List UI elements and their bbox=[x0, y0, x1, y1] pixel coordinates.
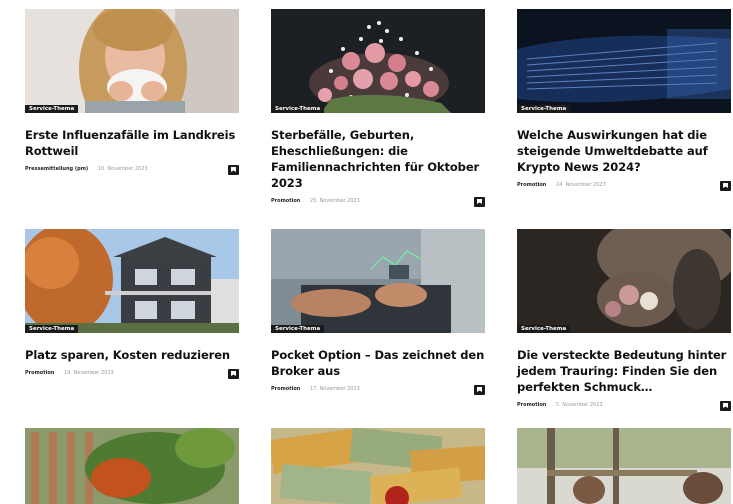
article-card[interactable] bbox=[517, 428, 731, 504]
article-meta: Promotion 24. November 2023 bbox=[517, 178, 731, 192]
article-thumbnail[interactable] bbox=[517, 428, 731, 504]
article-author[interactable]: Promotion bbox=[271, 386, 300, 392]
article-card[interactable] bbox=[25, 428, 239, 504]
article-date: 17. November 2023 bbox=[309, 386, 360, 392]
trading-laptop-image bbox=[271, 229, 485, 333]
article-author[interactable]: Promotion bbox=[517, 402, 546, 408]
bookmark-icon[interactable] bbox=[228, 165, 239, 175]
article-thumbnail[interactable]: Service-Thema bbox=[25, 9, 239, 113]
garden-fence-image bbox=[25, 428, 239, 504]
article-date: 25. November 2023 bbox=[309, 198, 360, 204]
category-badge[interactable]: Service-Thema bbox=[271, 325, 325, 333]
woman-sneezing-image bbox=[25, 9, 239, 113]
article-thumbnail[interactable]: Service-Thema bbox=[517, 9, 731, 113]
bookmark-icon[interactable] bbox=[228, 369, 239, 379]
article-title[interactable]: Erste Influenzafälle im Landkreis Rottwe… bbox=[25, 127, 239, 159]
bookmark-icon[interactable] bbox=[474, 385, 485, 395]
article-card[interactable]: Service-Thema Welche Auswirkungen hat di… bbox=[517, 9, 731, 192]
article-card[interactable]: Service-Thema Erste Influenzafälle im La… bbox=[25, 9, 239, 176]
article-title[interactable]: Die versteckte Bedeutung hinter jedem Tr… bbox=[517, 347, 731, 395]
digital-data-image bbox=[517, 9, 731, 113]
article-date: 24. November 2023 bbox=[555, 182, 606, 188]
article-author[interactable]: Pressemitteilung (pm) bbox=[25, 166, 88, 172]
article-thumbnail[interactable]: Service-Thema bbox=[271, 229, 485, 333]
wedding-bouquet-image bbox=[517, 229, 731, 333]
article-date: 19. November 2023 bbox=[63, 370, 114, 376]
article-title[interactable]: Welche Auswirkungen hat die steigende Um… bbox=[517, 127, 731, 175]
modern-house-image bbox=[25, 229, 239, 333]
article-thumbnail[interactable]: Service-Thema bbox=[25, 229, 239, 333]
article-author[interactable]: Promotion bbox=[271, 198, 300, 204]
article-date: 10. November 2023 bbox=[97, 166, 148, 172]
article-card[interactable]: Service-Thema Die versteckte Bedeutung h… bbox=[517, 229, 731, 412]
article-date: 5. November 2023 bbox=[555, 402, 603, 408]
category-badge[interactable]: Service-Thema bbox=[25, 105, 79, 113]
article-card[interactable]: Service-Thema Sterbefälle, Geburten, Ehe… bbox=[271, 9, 485, 208]
article-thumbnail[interactable]: Service-Thema bbox=[271, 9, 485, 113]
article-card[interactable]: Service-Thema Platz sparen, Kosten reduz… bbox=[25, 229, 239, 380]
article-title[interactable]: Platz sparen, Kosten reduzieren bbox=[25, 347, 239, 363]
article-thumbnail[interactable] bbox=[271, 428, 485, 504]
article-thumbnail[interactable] bbox=[25, 428, 239, 504]
money-banknotes-image bbox=[271, 428, 485, 504]
flower-bouquet-image bbox=[271, 9, 485, 113]
people-outdoor-image bbox=[517, 428, 731, 504]
article-author[interactable]: Promotion bbox=[25, 370, 54, 376]
article-meta: Pressemitteilung (pm) 10. November 2023 bbox=[25, 162, 239, 176]
article-meta: Promotion 5. November 2023 bbox=[517, 398, 731, 412]
category-badge[interactable]: Service-Thema bbox=[517, 325, 571, 333]
category-badge[interactable]: Service-Thema bbox=[517, 105, 571, 113]
article-thumbnail[interactable]: Service-Thema bbox=[517, 229, 731, 333]
bookmark-icon[interactable] bbox=[720, 181, 731, 191]
article-title[interactable]: Pocket Option – Das zeichnet den Broker … bbox=[271, 347, 485, 379]
article-meta: Promotion 19. November 2023 bbox=[25, 366, 239, 380]
bookmark-icon[interactable] bbox=[720, 401, 731, 411]
category-badge[interactable]: Service-Thema bbox=[271, 105, 325, 113]
article-grid: Service-Thema Erste Influenzafälle im La… bbox=[0, 0, 733, 504]
article-card[interactable]: Service-Thema Pocket Option – Das zeichn… bbox=[271, 229, 485, 396]
article-card[interactable] bbox=[271, 428, 485, 504]
bookmark-icon[interactable] bbox=[474, 197, 485, 207]
article-title[interactable]: Sterbefälle, Geburten, Eheschließungen: … bbox=[271, 127, 485, 191]
article-meta: Promotion 25. November 2023 bbox=[271, 194, 485, 208]
category-badge[interactable]: Service-Thema bbox=[25, 325, 79, 333]
article-author[interactable]: Promotion bbox=[517, 182, 546, 188]
article-meta: Promotion 17. November 2023 bbox=[271, 382, 485, 396]
